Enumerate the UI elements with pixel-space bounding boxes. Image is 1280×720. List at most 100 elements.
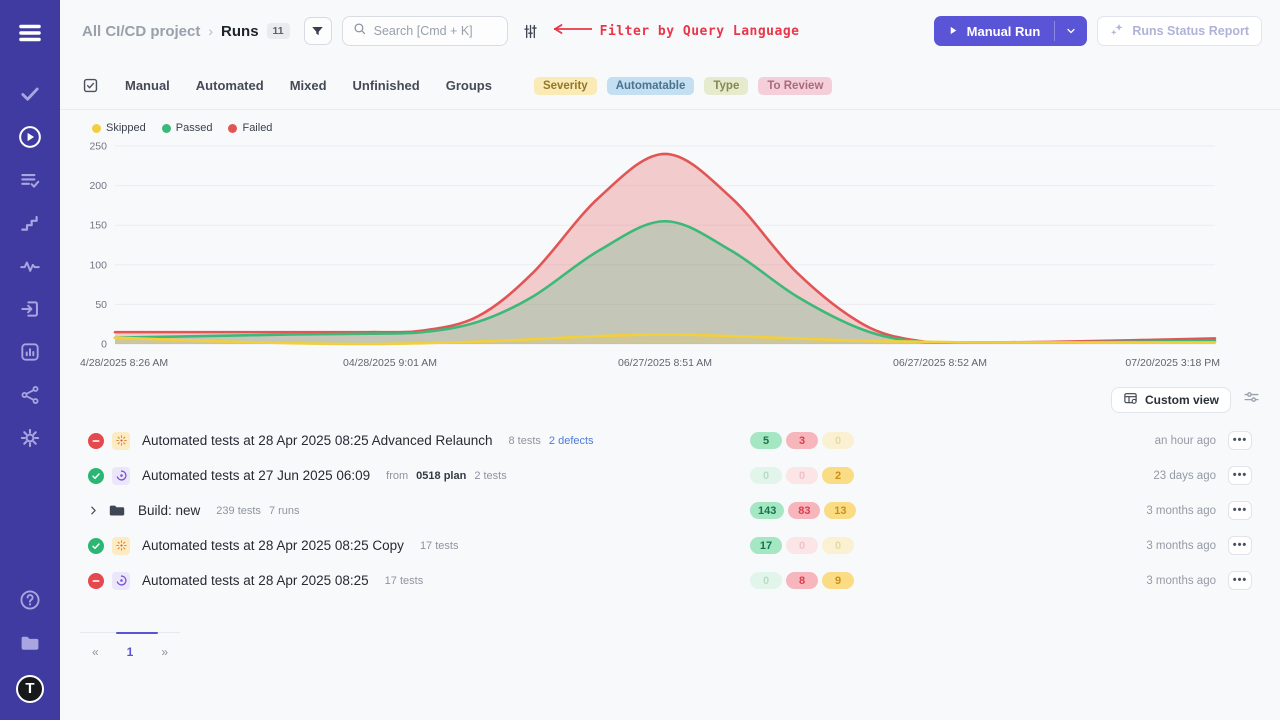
sidebar: T xyxy=(0,0,60,720)
run-meta-item: from xyxy=(386,470,408,482)
row-more-button[interactable]: ••• xyxy=(1228,501,1252,520)
sidebar-item-play-circle[interactable] xyxy=(8,118,52,161)
row-more-button[interactable]: ••• xyxy=(1228,571,1252,590)
legend-skipped: Skipped xyxy=(92,122,146,134)
user-avatar[interactable]: T xyxy=(8,667,52,710)
search-input[interactable] xyxy=(374,24,494,38)
top-actions: Manual Run Runs Status Report xyxy=(934,16,1262,46)
runs-status-report-button[interactable]: Runs Status Report xyxy=(1097,16,1262,46)
manual-run-split-button: Manual Run xyxy=(934,16,1088,46)
badge-green: 0 xyxy=(750,572,782,589)
tab-manual[interactable]: Manual xyxy=(125,78,170,93)
sidebar-item-branch[interactable] xyxy=(8,376,52,419)
row-more-button[interactable]: ••• xyxy=(1228,431,1252,450)
run-time: 3 months ago xyxy=(1146,505,1216,517)
chip-automatable[interactable]: Automatable xyxy=(607,77,695,95)
legend-failed: Failed xyxy=(228,122,272,134)
tab-unfinished[interactable]: Unfinished xyxy=(353,78,420,93)
runs-chart-section: SkippedPassedFailed 050100150200250 4/28… xyxy=(60,110,1280,373)
badge-red: 0 xyxy=(786,467,818,484)
search-icon xyxy=(353,22,367,41)
sidebar-item-help[interactable] xyxy=(8,581,52,624)
sidebar-item-folders[interactable] xyxy=(8,624,52,667)
run-meta-item: 7 runs xyxy=(269,505,300,517)
pagination: « 1 » xyxy=(80,632,180,659)
sidebar-item-sign-in[interactable] xyxy=(8,290,52,333)
sidebar-item-check[interactable] xyxy=(8,75,52,118)
menu-icon[interactable] xyxy=(17,20,43,51)
sidebar-item-gear[interactable] xyxy=(8,419,52,462)
run-title: Automated tests at 28 Apr 2025 08:25 Adv… xyxy=(142,433,493,448)
svg-text:250: 250 xyxy=(89,141,107,153)
chart-legend: SkippedPassedFailed xyxy=(92,122,1260,134)
run-time: 3 months ago xyxy=(1146,540,1216,552)
tab-groups[interactable]: Groups xyxy=(446,78,492,93)
badge-yellow: 2 xyxy=(822,467,854,484)
run-time: 23 days ago xyxy=(1153,470,1216,482)
expander-chevron-icon[interactable] xyxy=(88,505,100,516)
sidebar-item-steps[interactable] xyxy=(8,204,52,247)
chart-canvas: 050100150200250 xyxy=(80,140,1220,352)
badge-yellow: 9 xyxy=(822,572,854,589)
tab-automated[interactable]: Automated xyxy=(196,78,264,93)
defects-link[interactable]: 2 defects xyxy=(549,435,594,447)
sidebar-item-bar-chart[interactable] xyxy=(8,333,52,376)
play-circle-icon xyxy=(18,125,42,154)
result-badges: 089 xyxy=(750,572,854,589)
run-group-row[interactable]: Build: new239 tests7 runs14383133 months… xyxy=(80,493,1260,528)
runs-table: Automated tests at 28 Apr 2025 08:25 Adv… xyxy=(60,423,1280,598)
x-tick-label: 07/20/2025 3:18 PM xyxy=(1125,357,1220,369)
gear-icon xyxy=(19,427,41,454)
sign-in-icon xyxy=(19,298,41,325)
tab-mixed[interactable]: Mixed xyxy=(290,78,327,93)
breadcrumb-project[interactable]: All CI/CD project xyxy=(82,23,200,40)
run-time: 3 months ago xyxy=(1146,575,1216,587)
pagination-next[interactable]: » xyxy=(161,645,168,659)
x-tick-label: 06/27/2025 8:51 AM xyxy=(618,357,712,369)
spiral-app-icon xyxy=(112,572,130,590)
custom-view-button[interactable]: Custom view xyxy=(1111,387,1231,413)
runs-status-report-label: Runs Status Report xyxy=(1132,24,1249,38)
list-check-icon xyxy=(19,169,41,196)
run-row[interactable]: Automated tests at 28 Apr 2025 08:25 Adv… xyxy=(80,423,1260,458)
run-meta: 17 tests xyxy=(420,540,459,552)
sidebar-item-list-check[interactable] xyxy=(8,161,52,204)
result-badges: 002 xyxy=(750,467,854,484)
chip-to-review[interactable]: To Review xyxy=(758,77,832,95)
view-toolbar: Custom view xyxy=(60,373,1280,423)
query-filter-icon[interactable] xyxy=(522,23,539,40)
row-more-button[interactable]: ••• xyxy=(1228,466,1252,485)
svg-text:200: 200 xyxy=(89,180,107,192)
badge-red: 8 xyxy=(786,572,818,589)
annotation-arrow-icon xyxy=(547,22,593,40)
run-row[interactable]: Automated tests at 27 Jun 2025 06:09from… xyxy=(80,458,1260,493)
run-title: Build: new xyxy=(138,503,200,518)
app-root: T All CI/CD project › Runs 11 Filter by … xyxy=(0,0,1280,720)
display-settings-icon[interactable] xyxy=(1243,389,1260,411)
select-runs-icon[interactable] xyxy=(82,77,99,94)
chip-type[interactable]: Type xyxy=(704,77,748,95)
filter-button[interactable] xyxy=(304,17,332,45)
passed-status-icon xyxy=(88,538,104,554)
badge-yellow: 13 xyxy=(824,502,856,519)
sidebar-item-pulse[interactable] xyxy=(8,247,52,290)
pagination-page-1[interactable]: 1 xyxy=(127,645,134,659)
failed-status-icon xyxy=(88,573,104,589)
search-box[interactable] xyxy=(342,16,508,46)
x-tick-label: 4/28/2025 8:26 AM xyxy=(80,357,168,369)
spiral-app-icon xyxy=(112,467,130,485)
table-gear-icon xyxy=(1123,391,1138,409)
row-more-button[interactable]: ••• xyxy=(1228,536,1252,555)
run-meta-item: 2 tests xyxy=(474,470,506,482)
manual-run-button[interactable]: Manual Run xyxy=(934,16,1055,46)
badge-yellow: 0 xyxy=(822,432,854,449)
manual-run-dropdown[interactable] xyxy=(1055,16,1087,46)
run-row[interactable]: Automated tests at 28 Apr 2025 08:2517 t… xyxy=(80,563,1260,598)
pagination-prev[interactable]: « xyxy=(92,645,99,659)
badge-yellow: 0 xyxy=(822,537,854,554)
chip-severity[interactable]: Severity xyxy=(534,77,597,95)
run-row[interactable]: Automated tests at 28 Apr 2025 08:25 Cop… xyxy=(80,528,1260,563)
annotation: Filter by Query Language xyxy=(547,22,800,40)
area-chart: 050100150200250 4/28/2025 8:26 AM04/28/2… xyxy=(80,140,1220,373)
filter-tabs-row: Manual Automated Mixed Unfinished Groups Sev… xyxy=(60,62,1280,110)
